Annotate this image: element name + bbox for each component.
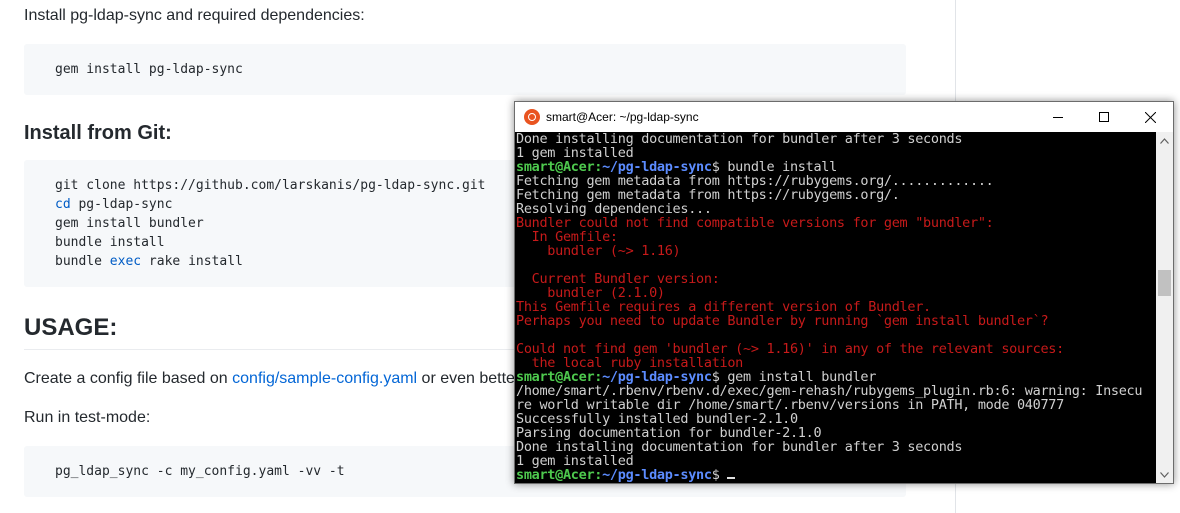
- terminal-output[interactable]: Done installing documentation for bundle…: [515, 132, 1156, 483]
- terminal-scrollbar[interactable]: [1156, 132, 1173, 483]
- git-line-3: gem install bundler: [55, 216, 204, 231]
- config-text: Create a config file based on config/sam…: [24, 370, 515, 387]
- close-button[interactable]: [1127, 102, 1173, 132]
- usage-heading: USAGE:: [24, 314, 118, 341]
- git-line-2: cd pg-ldap-sync: [55, 197, 173, 212]
- terminal-text: Done installing documentation for bundle…: [515, 132, 1156, 482]
- gem-install-code: gem install pg-ldap-sync: [55, 62, 243, 77]
- sample-config-link[interactable]: config/sample-config.yaml: [232, 370, 417, 387]
- test-mode-text: Run in test-mode:: [24, 409, 151, 426]
- terminal-line: bundler (~> 1.16): [516, 243, 681, 259]
- ubuntu-logo-icon: [524, 109, 540, 125]
- terminal-window[interactable]: smart@Acer: ~/pg-ldap-sync Done installi…: [514, 101, 1174, 484]
- minimize-button[interactable]: [1035, 102, 1081, 132]
- gem-install-code-block: gem install pg-ldap-sync: [24, 44, 906, 95]
- terminal-titlebar[interactable]: smart@Acer: ~/pg-ldap-sync: [515, 102, 1173, 132]
- terminal-title: smart@Acer: ~/pg-ldap-sync: [546, 110, 699, 124]
- git-line-1: git clone https://github.com/larskanis/p…: [55, 178, 486, 193]
- text-cursor: [727, 477, 736, 479]
- terminal-line: smart@Acer:~/pg-ldap-sync$: [516, 467, 736, 483]
- git-line-5: bundle exec rake install: [55, 254, 243, 269]
- install-intro-text: Install pg-ldap-sync and required depend…: [24, 7, 365, 24]
- maximize-icon: [1099, 112, 1109, 122]
- prompt-command: $: [711, 467, 728, 483]
- minimize-icon: [1053, 117, 1063, 118]
- terminal-line: Perhaps you need to update Bundler by ru…: [516, 313, 1049, 329]
- prompt-path: ~/pg-ldap-sync: [602, 467, 712, 483]
- scrollbar-thumb[interactable]: [1158, 270, 1171, 296]
- scroll-up-button[interactable]: [1156, 132, 1173, 149]
- maximize-button[interactable]: [1081, 102, 1127, 132]
- scroll-down-button[interactable]: [1156, 466, 1173, 483]
- git-line-4: bundle install: [55, 235, 165, 250]
- prompt-user: smart@Acer:: [516, 467, 603, 483]
- chevron-up-icon: [1160, 137, 1169, 144]
- close-icon: [1144, 111, 1156, 123]
- chevron-down-icon: [1160, 471, 1169, 478]
- install-from-git-heading: Install from Git:: [24, 122, 172, 144]
